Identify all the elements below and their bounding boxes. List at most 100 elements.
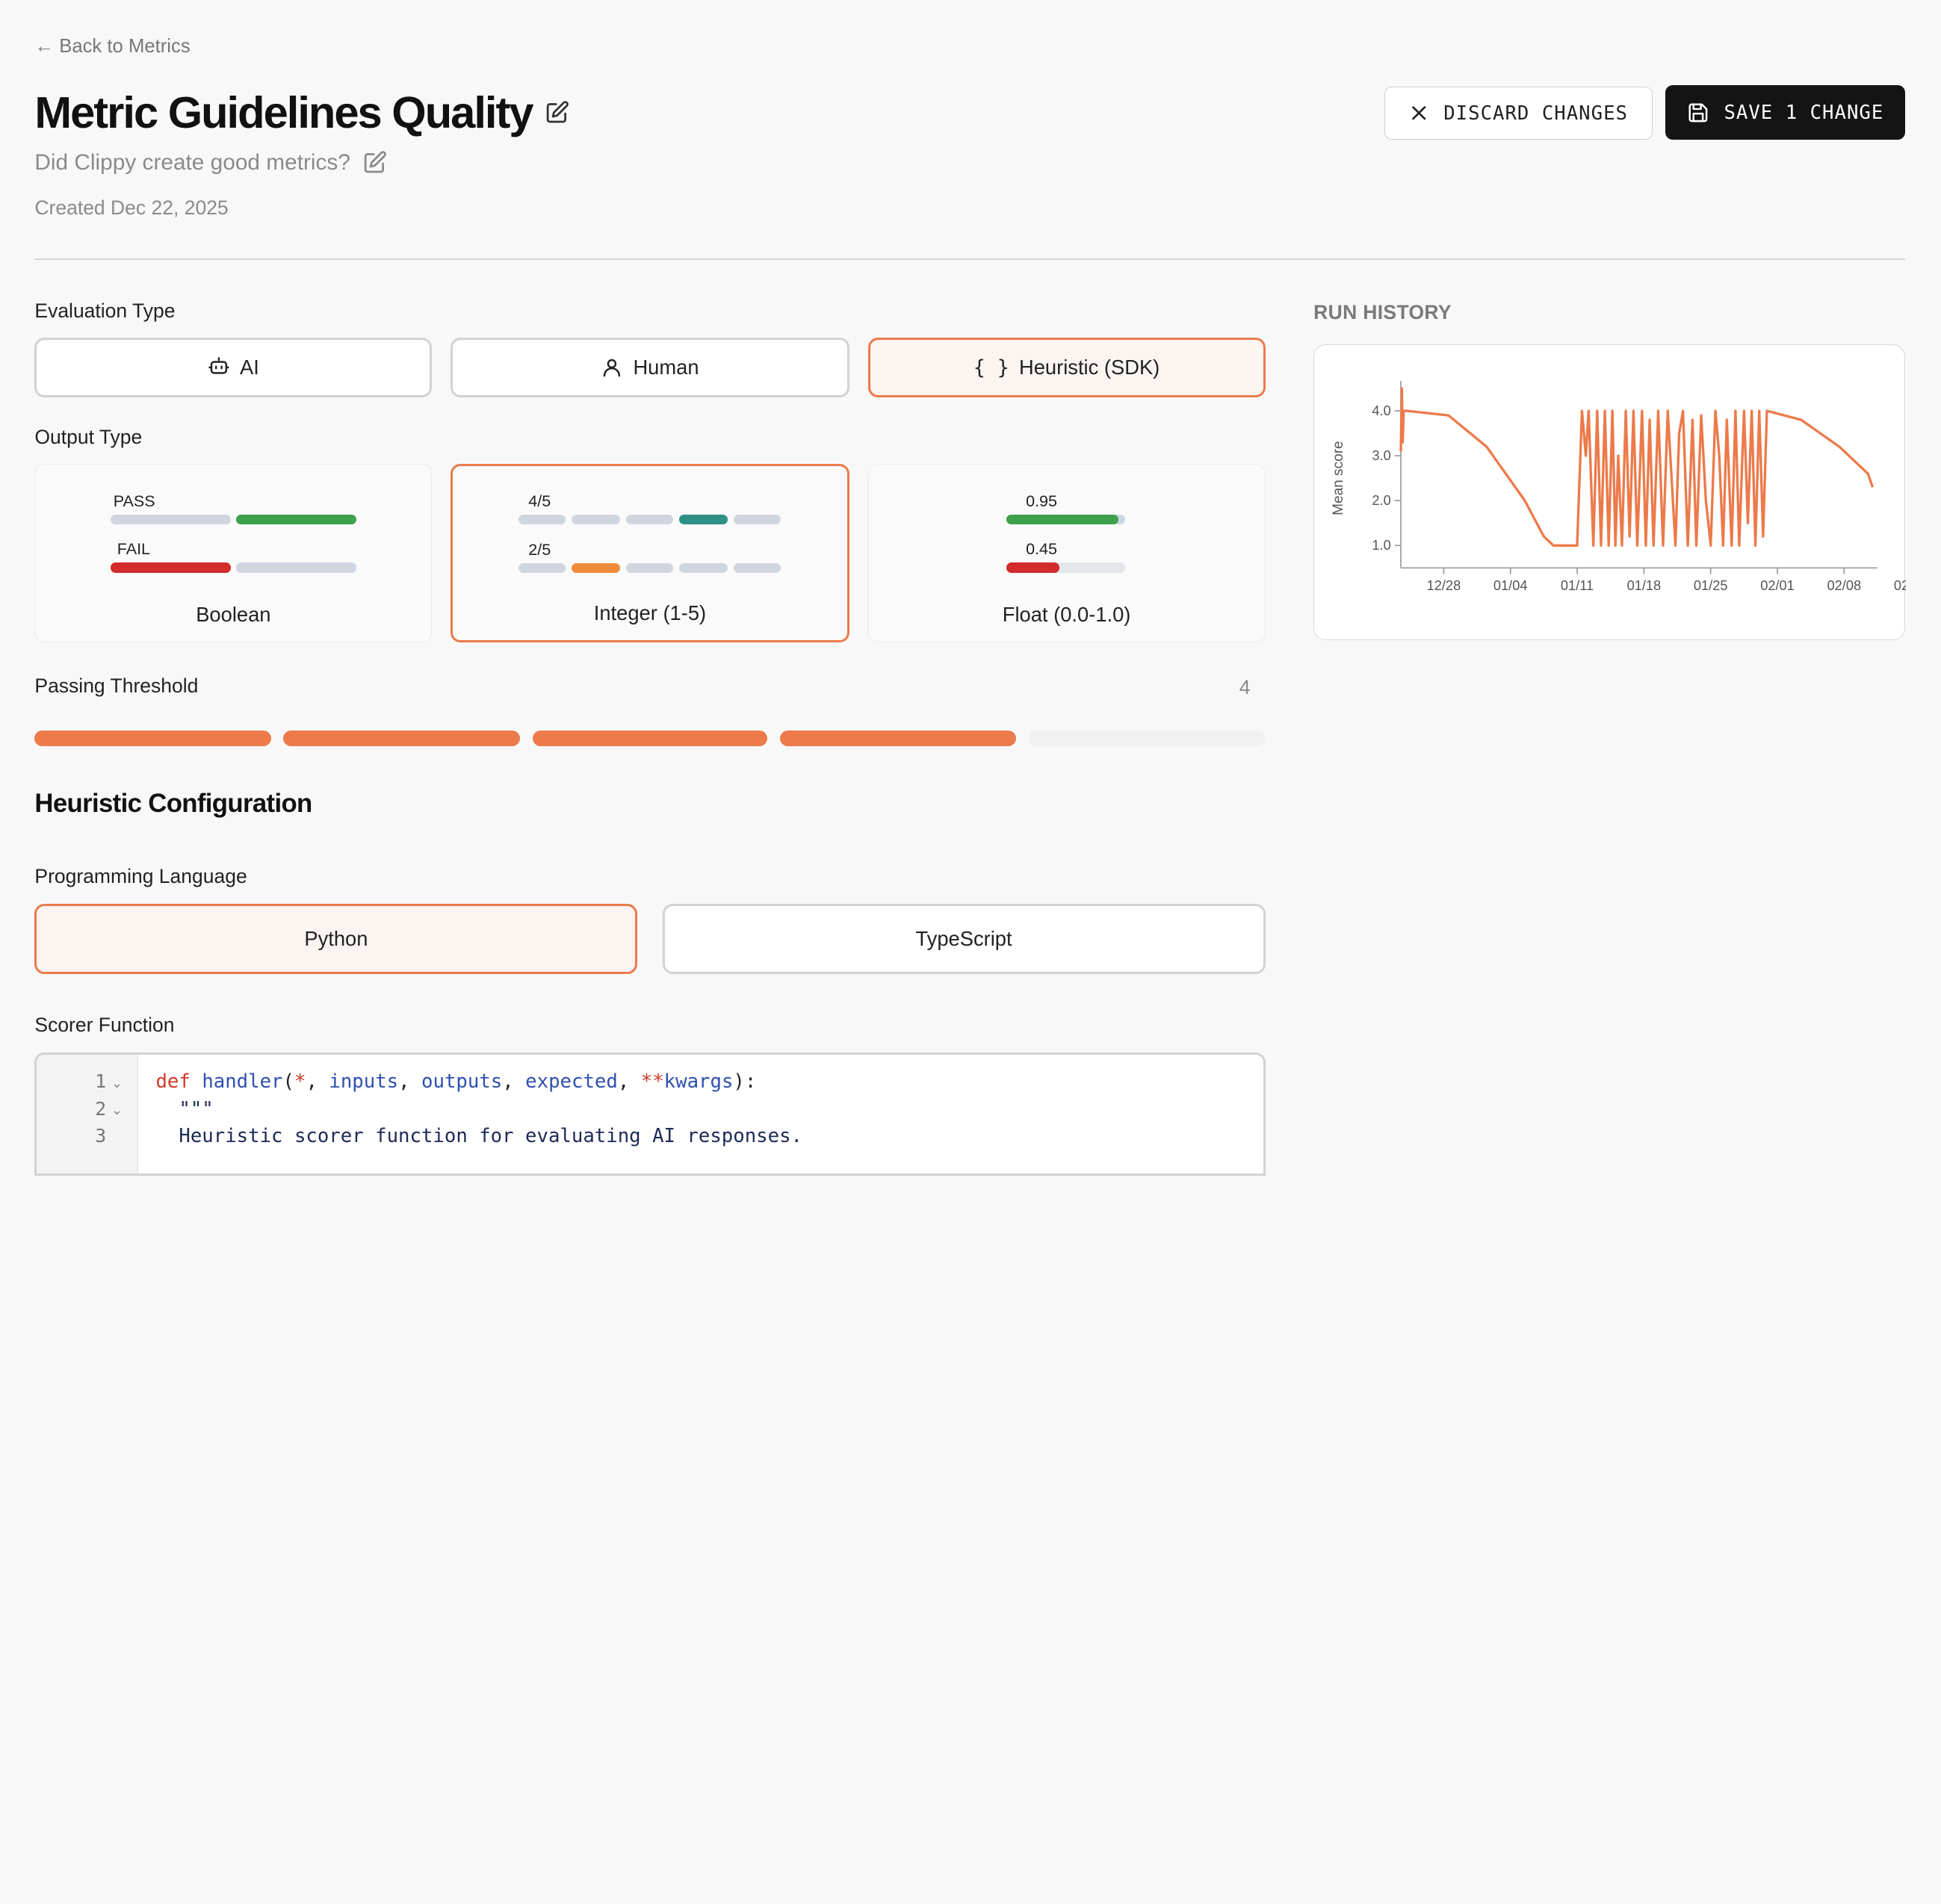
code-token: outputs bbox=[421, 1070, 503, 1094]
run-history-title: RUN HISTORY bbox=[1313, 300, 1452, 323]
run-history-card: 1.0 2.0 3.0 4.0 12/28 01/04 01/11 01/18 01/25 02/… bbox=[1313, 344, 1928, 640]
language-python-button[interactable]: Python bbox=[34, 903, 638, 975]
code-token: def bbox=[155, 1070, 191, 1094]
fold-chevron-icon[interactable]: ⌄ bbox=[111, 1076, 123, 1091]
page-title: Metric Guidelines Quality bbox=[34, 87, 533, 137]
code-line-3: Heuristic scorer function for evaluating… bbox=[155, 1124, 802, 1147]
code-token: , bbox=[617, 1070, 641, 1094]
eval-type-heuristic-button[interactable]: { } Heuristic (SDK) bbox=[867, 338, 1266, 397]
line-number: 1 bbox=[95, 1070, 107, 1093]
eval-type-human-label: Human bbox=[633, 356, 699, 379]
integer-high-seg bbox=[518, 515, 566, 525]
float-low-fill bbox=[1006, 562, 1059, 573]
x-tick-label: 01/11 bbox=[1561, 578, 1594, 593]
output-boolean-card[interactable]: PASS FAIL Boolean bbox=[34, 464, 433, 643]
code-token: ** bbox=[640, 1070, 664, 1094]
output-float-label: Float (0.0-1.0) bbox=[1002, 603, 1131, 627]
fold-chevron-icon[interactable]: ⌄ bbox=[111, 1103, 123, 1118]
integer-low-seg bbox=[734, 562, 781, 573]
eval-type-heuristic-label: Heuristic (SDK) bbox=[1019, 356, 1160, 379]
header-divider bbox=[34, 258, 1906, 260]
discard-changes-button[interactable]: DISCARD CHANGES bbox=[1384, 86, 1653, 140]
code-token: , bbox=[306, 1070, 329, 1094]
code-token: ): bbox=[733, 1070, 757, 1094]
threshold-segment-5[interactable] bbox=[1029, 730, 1266, 747]
save-icon bbox=[1688, 103, 1708, 123]
boolean-pass-bar-fill bbox=[235, 514, 356, 524]
eval-type-ai-button[interactable]: AI bbox=[34, 338, 433, 397]
float-sample-high: 0.95 bbox=[1026, 491, 1057, 510]
y-tick-label: 2.0 bbox=[1372, 493, 1391, 508]
language-typescript-button[interactable]: TypeScript bbox=[662, 903, 1266, 975]
back-to-metrics-link[interactable]: ← Back to Metrics bbox=[34, 36, 190, 58]
save-label: SAVE 1 CHANGE bbox=[1724, 101, 1884, 124]
braces-icon: { } bbox=[973, 356, 1009, 379]
integer-sample-low: 2/5 bbox=[528, 540, 551, 559]
code-token: kwargs bbox=[663, 1070, 734, 1094]
threshold-segment-1[interactable] bbox=[34, 730, 271, 747]
integer-low-seg bbox=[679, 562, 728, 573]
x-tick-label: 02/01 bbox=[1760, 578, 1795, 593]
line-number: 3 bbox=[95, 1124, 107, 1147]
x-tick-label: 01/25 bbox=[1694, 578, 1728, 593]
output-integer-label: Integer (1-5) bbox=[593, 601, 707, 625]
programming-language-label: Programming Language bbox=[34, 865, 247, 888]
passing-threshold-label: Passing Threshold bbox=[34, 675, 199, 698]
evaluation-type-label: Evaluation Type bbox=[34, 300, 176, 323]
person-icon bbox=[604, 359, 621, 377]
boolean-fail-bar-empty bbox=[235, 562, 356, 573]
edit-subtitle-icon[interactable] bbox=[362, 150, 387, 175]
scorer-function-label: Scorer Function bbox=[34, 1014, 175, 1037]
code-gutter: 1 ⌄ 2 ⌄ 3 bbox=[37, 1054, 139, 1174]
subtitle-row: Did Clippy create good metrics? bbox=[34, 150, 387, 176]
y-tick-label: 4.0 bbox=[1372, 403, 1391, 418]
threshold-segment-3[interactable] bbox=[532, 730, 768, 747]
integer-low-seg bbox=[626, 562, 674, 573]
code-line-1: def handler(*, inputs, outputs, expected… bbox=[155, 1070, 756, 1093]
x-tick-label: 02/15 bbox=[1894, 578, 1906, 593]
threshold-segment-2[interactable] bbox=[283, 730, 520, 747]
code-token: * bbox=[294, 1070, 306, 1094]
boolean-pass-sample: PASS bbox=[113, 491, 155, 510]
back-link-label[interactable]: ← Back to Metrics bbox=[34, 36, 190, 58]
heuristic-config-heading: Heuristic Configuration bbox=[34, 790, 312, 819]
page-subtitle: Did Clippy create good metrics? bbox=[34, 149, 350, 175]
run-history-chart: 1.0 2.0 3.0 4.0 12/28 01/04 01/11 01/18 01/25 02/… bbox=[1331, 380, 1928, 593]
code-token: inputs bbox=[329, 1070, 399, 1094]
float-sample-low: 0.45 bbox=[1026, 540, 1057, 559]
integer-high-seg bbox=[734, 515, 781, 525]
code-editor[interactable]: 1 ⌄ 2 ⌄ 3 def handler(*, inputs, outputs… bbox=[34, 1052, 1266, 1176]
output-type-label: Output Type bbox=[34, 426, 143, 449]
output-integer-card[interactable]: 4/5 2/5 Integer (1-5) bbox=[451, 464, 849, 643]
title-row: Metric Guidelines Quality bbox=[34, 87, 569, 138]
threshold-segment-4[interactable] bbox=[779, 730, 1017, 747]
y-tick-label: 1.0 bbox=[1372, 538, 1391, 553]
code-token: , bbox=[502, 1070, 526, 1094]
x-tick-label: 01/04 bbox=[1493, 578, 1528, 593]
created-date: Created Dec 22, 2025 bbox=[34, 196, 229, 220]
eval-type-ai-label: AI bbox=[239, 356, 259, 379]
code-line-2: """ bbox=[155, 1097, 214, 1120]
save-changes-button[interactable]: SAVE 1 CHANGE bbox=[1665, 85, 1906, 140]
y-axis-label: Mean score bbox=[1331, 441, 1346, 515]
boolean-fail-sample: FAIL bbox=[117, 540, 151, 559]
integer-low-seg-active bbox=[572, 562, 620, 573]
integer-high-seg bbox=[626, 515, 674, 525]
code-token: , bbox=[398, 1070, 422, 1094]
output-float-card[interactable]: 0.95 0.45 Float (0.0-1.0) bbox=[867, 464, 1266, 643]
x-tick-label: 02/08 bbox=[1827, 578, 1862, 593]
integer-low-seg bbox=[518, 562, 566, 573]
passing-threshold-value: 4 bbox=[1239, 675, 1251, 698]
float-high-fill bbox=[1006, 514, 1119, 524]
integer-sample-high: 4/5 bbox=[528, 492, 551, 511]
boolean-fail-bar-fill bbox=[111, 562, 232, 573]
language-python-label: Python bbox=[304, 926, 368, 950]
discard-label: DISCARD CHANGES bbox=[1443, 102, 1628, 125]
close-icon bbox=[1412, 106, 1426, 120]
line-number: 2 bbox=[95, 1097, 107, 1120]
edit-title-icon[interactable] bbox=[545, 100, 569, 125]
metric-editor-page: ← Back to Metrics Metric Guidelines Qual… bbox=[0, 0, 1941, 1176]
bot-icon bbox=[208, 357, 229, 374]
boolean-pass-bar-empty bbox=[111, 514, 232, 524]
eval-type-human-button[interactable]: Human bbox=[451, 338, 849, 397]
